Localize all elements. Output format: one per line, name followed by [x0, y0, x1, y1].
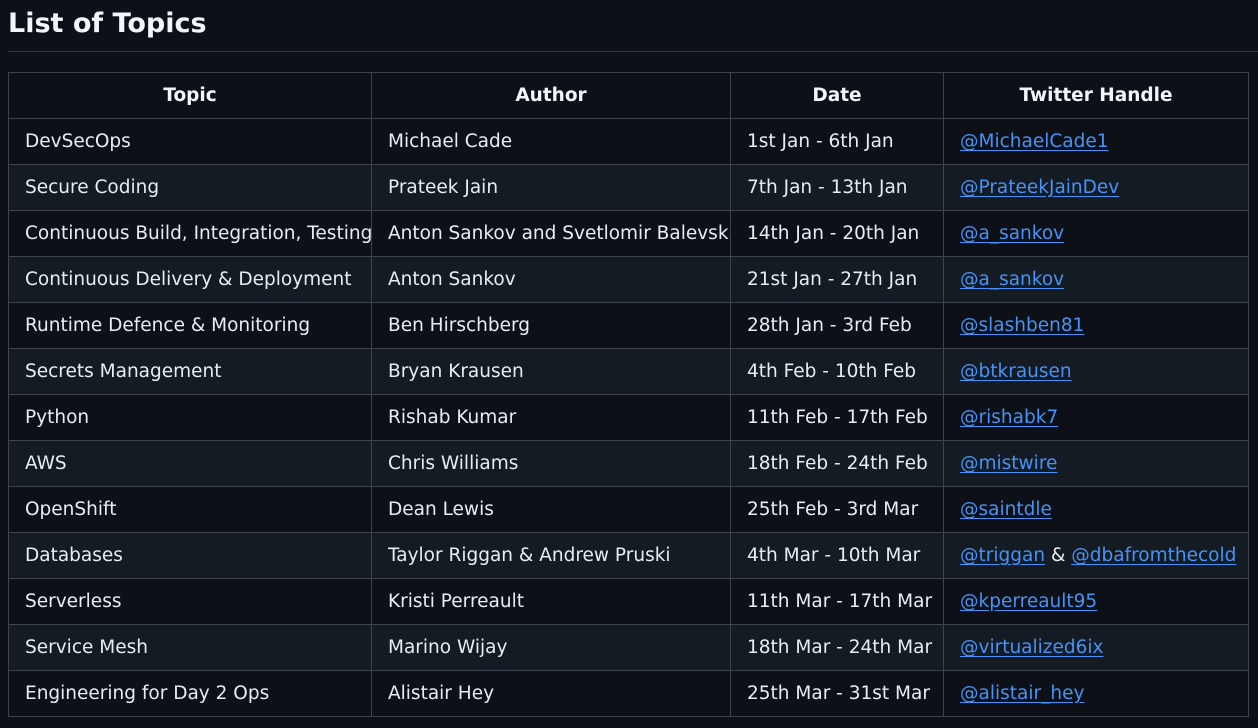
table-row: Continuous Delivery & Deployment Anton Sa… [8, 256, 1249, 303]
cell-twitter-handle: @a_sankov [943, 210, 1249, 257]
twitter-handle-link[interactable]: @kperreault95 [960, 591, 1097, 612]
cell-topic: Secure Coding [8, 164, 372, 211]
cell-twitter-handle: @PrateekJainDev [943, 164, 1249, 211]
cell-date: 11th Mar - 17th Mar [730, 578, 944, 625]
table-row: Secrets Management Bryan Krausen 4th Feb -… [8, 348, 1249, 395]
table-row: Engineering for Day 2 Ops Alistair Hey 25t… [8, 670, 1249, 717]
table-row: Runtime Defence & Monitoring Ben Hirschbe… [8, 302, 1249, 349]
cell-topic: AWS [8, 440, 372, 487]
twitter-handle-link[interactable]: @a_sankov [960, 269, 1064, 290]
cell-author: Marino Wijay [371, 624, 731, 671]
cell-author: Dean Lewis [371, 486, 731, 533]
twitter-handle-link[interactable]: @rishabk7 [960, 407, 1058, 428]
cell-topic: Engineering for Day 2 Ops [8, 670, 372, 717]
heading-divider [8, 51, 1258, 52]
cell-author: Michael Cade [371, 118, 731, 165]
column-header-author: Author [371, 72, 731, 119]
cell-topic: Serverless [8, 578, 372, 625]
cell-author: Taylor Riggan & Andrew Pruski [371, 532, 731, 579]
cell-topic: Continuous Delivery & Deployment [8, 256, 372, 303]
twitter-handle-link[interactable]: @triggan [960, 545, 1045, 566]
table-header-row: Topic Author Date Twitter Handle [8, 72, 1249, 119]
cell-author: Chris Williams [371, 440, 731, 487]
table-row: Serverless Kristi Perreault 11th Mar - 17t… [8, 578, 1249, 625]
twitter-handle-link[interactable]: @a_sankov [960, 223, 1064, 244]
twitter-handle-link[interactable]: @btkrausen [960, 361, 1072, 382]
cell-date: 1st Jan - 6th Jan [730, 118, 944, 165]
table-row: AWS Chris Williams 18th Feb - 24th Feb @mis… [8, 440, 1249, 487]
table-row: DevSecOps Michael Cade 1st Jan - 6th Jan @M… [8, 118, 1249, 165]
cell-twitter-handle: @saintdle [943, 486, 1249, 533]
cell-topic: Secrets Management [8, 348, 372, 395]
twitter-handle-link[interactable]: @slashben81 [960, 315, 1084, 336]
cell-author: Alistair Hey [371, 670, 731, 717]
table-row: Continuous Build, Integration, Testing An… [8, 210, 1249, 257]
cell-twitter-handle: @virtualized6ix [943, 624, 1249, 671]
cell-twitter-handle: @alistair_hey [943, 670, 1249, 717]
twitter-handle-link[interactable]: @virtualized6ix [960, 637, 1103, 658]
twitter-handle-link[interactable]: @MichaelCade1 [960, 131, 1109, 152]
column-header-twitter-handle: Twitter Handle [943, 72, 1249, 119]
cell-author: Bryan Krausen [371, 348, 731, 395]
cell-date: 25th Mar - 31st Mar [730, 670, 944, 717]
table-row: Service Mesh Marino Wijay 18th Mar - 24th … [8, 624, 1249, 671]
cell-date: 28th Jan - 3rd Feb [730, 302, 944, 349]
cell-twitter-handle: @rishabk7 [943, 394, 1249, 441]
cell-author: Anton Sankov and Svetlomir Balevski [371, 210, 731, 257]
cell-topic: Databases [8, 532, 372, 579]
cell-twitter-handle: @mistwire [943, 440, 1249, 487]
column-header-topic: Topic [8, 72, 372, 119]
cell-topic: Runtime Defence & Monitoring [8, 302, 372, 349]
table-row: Python Rishab Kumar 11th Feb - 17th Feb @ri… [8, 394, 1249, 441]
table-row: Secure Coding Prateek Jain 7th Jan - 13th … [8, 164, 1249, 211]
cell-topic: Continuous Build, Integration, Testing [8, 210, 372, 257]
table-row: Databases Taylor Riggan & Andrew Pruski 4t… [8, 532, 1249, 579]
topics-table: Topic Author Date Twitter Handle DevSecO… [8, 72, 1249, 717]
page-title: List of Topics [8, 8, 207, 39]
cell-date: 4th Mar - 10th Mar [730, 532, 944, 579]
cell-topic: Python [8, 394, 372, 441]
twitter-handle-link[interactable]: @alistair_hey [960, 683, 1084, 704]
column-header-date: Date [730, 72, 944, 119]
cell-topic: DevSecOps [8, 118, 372, 165]
twitter-handle-link[interactable]: @PrateekJainDev [960, 177, 1119, 198]
cell-date: 21st Jan - 27th Jan [730, 256, 944, 303]
cell-twitter-handle: @triggan & @dbafromthecold [943, 532, 1249, 579]
page: List of Topics Topic Author Date Twitter… [0, 0, 1258, 728]
cell-date: 25th Feb - 3rd Mar [730, 486, 944, 533]
cell-date: 11th Feb - 17th Feb [730, 394, 944, 441]
cell-author: Anton Sankov [371, 256, 731, 303]
cell-twitter-handle: @btkrausen [943, 348, 1249, 395]
cell-date: 18th Mar - 24th Mar [730, 624, 944, 671]
cell-author: Prateek Jain [371, 164, 731, 211]
cell-twitter-handle: @slashben81 [943, 302, 1249, 349]
cell-author: Ben Hirschberg [371, 302, 731, 349]
cell-date: 4th Feb - 10th Feb [730, 348, 944, 395]
cell-author: Kristi Perreault [371, 578, 731, 625]
cell-date: 18th Feb - 24th Feb [730, 440, 944, 487]
table-body: DevSecOps Michael Cade 1st Jan - 6th Jan @M… [8, 118, 1249, 717]
cell-topic: OpenShift [8, 486, 372, 533]
cell-topic: Service Mesh [8, 624, 372, 671]
cell-twitter-handle: @kperreault95 [943, 578, 1249, 625]
cell-date: 14th Jan - 20th Jan [730, 210, 944, 257]
handle-separator: & [1045, 545, 1072, 566]
table-row: OpenShift Dean Lewis 25th Feb - 3rd Mar @sa… [8, 486, 1249, 533]
cell-twitter-handle: @a_sankov [943, 256, 1249, 303]
cell-author: Rishab Kumar [371, 394, 731, 441]
twitter-handle-link[interactable]: @dbafromthecold [1071, 545, 1236, 566]
twitter-handle-link[interactable]: @saintdle [960, 499, 1052, 520]
cell-twitter-handle: @MichaelCade1 [943, 118, 1249, 165]
twitter-handle-link[interactable]: @mistwire [960, 453, 1057, 474]
cell-date: 7th Jan - 13th Jan [730, 164, 944, 211]
